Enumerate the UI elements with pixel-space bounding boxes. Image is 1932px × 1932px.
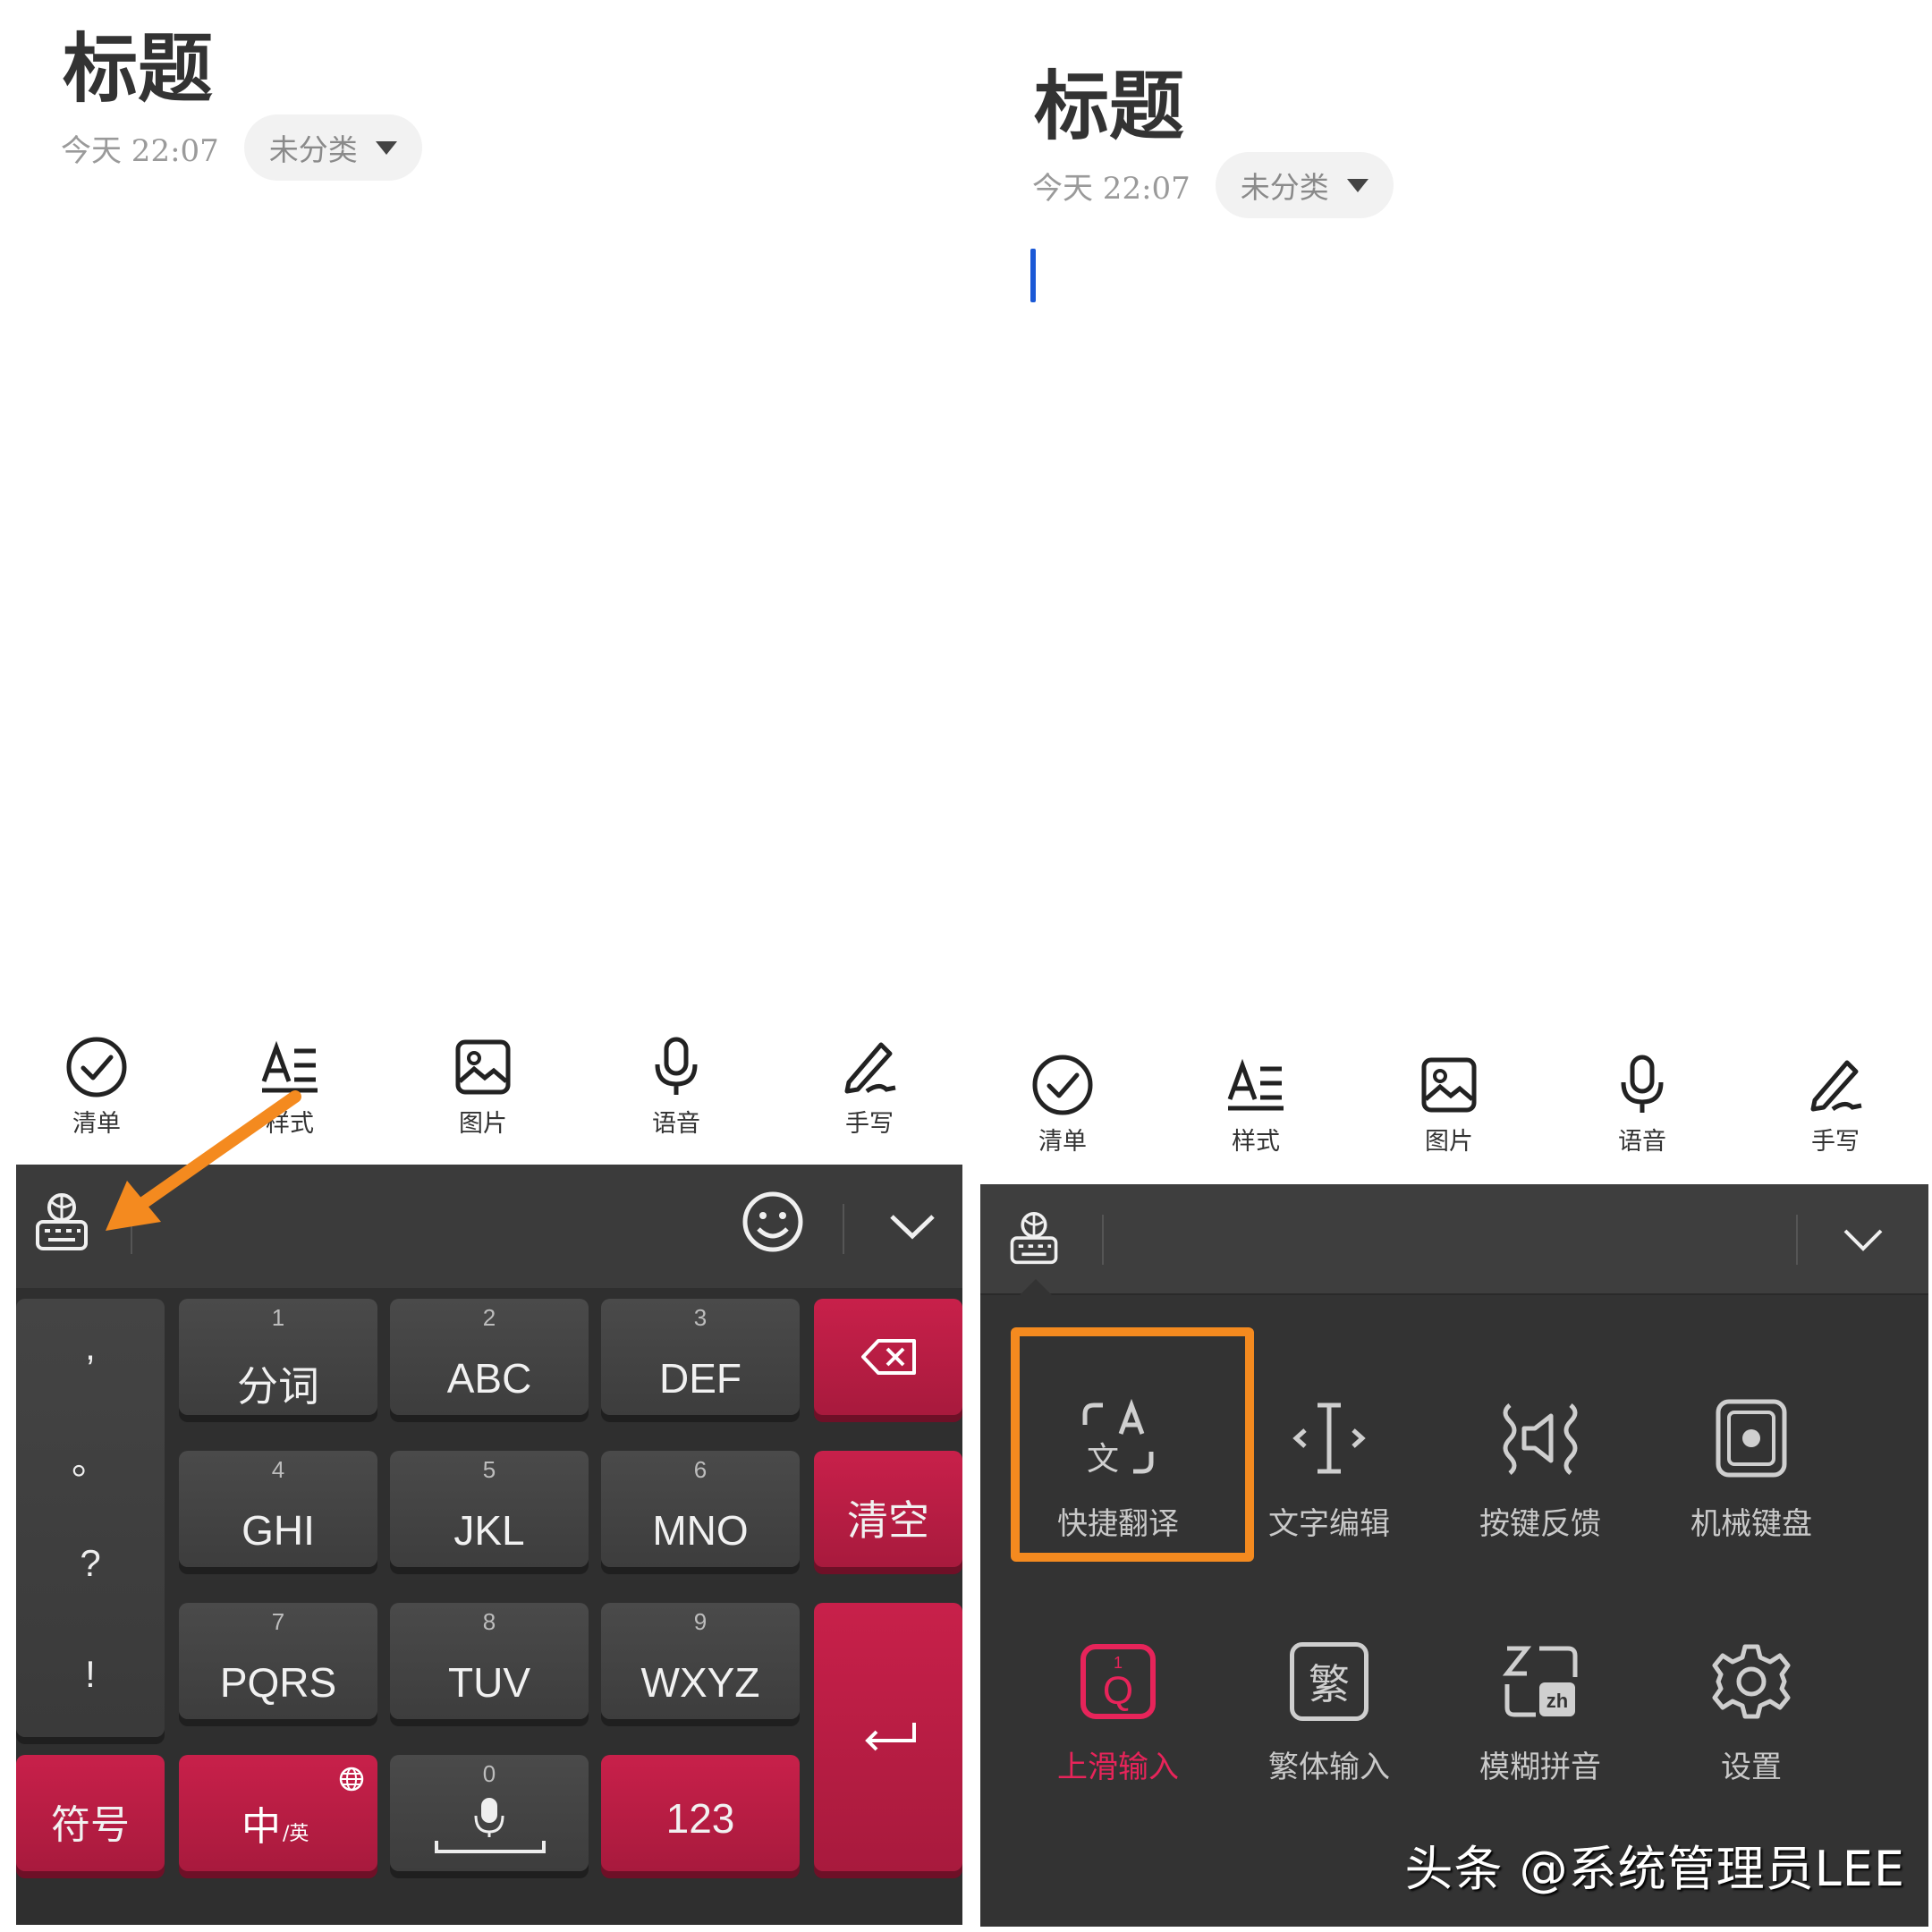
menu-key-feedback[interactable]: 按键反馈	[1435, 1342, 1646, 1556]
menu-label: 文字编辑	[1268, 1506, 1390, 1542]
toolbar-label: 语音	[1618, 1128, 1666, 1156]
note-toolbar: 清单 样式 图片 语音 手写	[966, 1052, 1932, 1168]
swipe-up-icon: Q1	[1073, 1637, 1163, 1726]
checklist-icon	[1031, 1052, 1094, 1118]
menu-label: 模糊拼音	[1479, 1750, 1601, 1785]
category-label: 未分类	[1240, 170, 1329, 205]
toolbar-handwriting[interactable]: 手写	[1773, 1052, 1898, 1168]
toolbar-style[interactable]: 样式	[1193, 1052, 1318, 1168]
fuzzy-pinyin-icon: zh	[1496, 1637, 1585, 1726]
menu-label: 设置	[1721, 1750, 1782, 1785]
menu-fuzzy-pinyin[interactable]: zh 模糊拼音	[1435, 1585, 1646, 1800]
keyboard-menu-icon[interactable]	[1007, 1209, 1061, 1272]
annotation-arrow	[106, 1090, 301, 1231]
toolbar-image[interactable]: 图片	[1386, 1052, 1512, 1168]
note-title[interactable]: 标题	[1034, 47, 1184, 155]
menu-settings[interactable]: 设置	[1646, 1585, 1857, 1800]
microphone-icon	[1617, 1052, 1667, 1118]
menu-label: 机械键盘	[1690, 1506, 1812, 1542]
menu-label: 上滑输入	[1057, 1750, 1179, 1785]
speaker-icon	[1496, 1394, 1585, 1483]
category-dropdown[interactable]: 未分类	[1215, 152, 1394, 218]
svg-text:Q: Q	[1103, 1669, 1133, 1713]
toolbar-voice[interactable]: 语音	[1580, 1052, 1705, 1168]
dropdown-arrow-icon	[1346, 178, 1368, 192]
menu-label: 按键反馈	[1479, 1506, 1601, 1542]
menu-traditional-input[interactable]: 繁 繁体输入	[1224, 1585, 1435, 1800]
toolbar-label: 清单	[1038, 1128, 1087, 1156]
left-screenshot: 标题 今天 22:07 未分类 清单 样式 图片 语音 手写 , 。 ? ! 1…	[0, 0, 966, 1932]
traditional-icon: 繁	[1284, 1637, 1374, 1726]
divider	[1796, 1215, 1798, 1265]
gear-icon	[1707, 1637, 1796, 1726]
text-cursor-icon	[1284, 1394, 1374, 1483]
text-style-icon	[1226, 1052, 1285, 1118]
svg-text:zh: zh	[1546, 1690, 1568, 1712]
note-meta: 今天 22:07 未分类	[1032, 152, 1394, 218]
traditional-glyph: 繁	[1309, 1660, 1350, 1708]
image-icon	[1420, 1052, 1478, 1118]
menu-text-edit[interactable]: 文字编辑	[1224, 1342, 1435, 1556]
menu-label: 繁体输入	[1268, 1750, 1390, 1785]
mechanical-key-icon	[1707, 1394, 1796, 1483]
divider	[1102, 1215, 1104, 1265]
text-cursor	[1030, 249, 1036, 302]
menu-mechanical-keyboard[interactable]: 机械键盘	[1646, 1342, 1857, 1556]
note-timestamp: 今天 22:07	[1032, 170, 1191, 207]
watermark: 头条 @系统管理员LEE	[1404, 1841, 1905, 1897]
toolbar-label: 样式	[1232, 1128, 1280, 1156]
pen-icon	[1806, 1052, 1865, 1118]
toolbar-checklist[interactable]: 清单	[1000, 1052, 1125, 1168]
toolbar-label: 手写	[1811, 1128, 1860, 1156]
keyboard-topbar	[980, 1184, 1928, 1295]
collapse-chevron-icon[interactable]	[1843, 1227, 1884, 1256]
menu-swipe-input[interactable]: Q1 上滑输入	[1013, 1585, 1224, 1800]
toolbar-label: 图片	[1425, 1128, 1473, 1156]
svg-text:1: 1	[1114, 1654, 1123, 1672]
annotation-highlight-box	[1011, 1327, 1254, 1562]
right-screenshot: 标题 今天 22:07 未分类 清单 样式 图片 语音 手写 文 快捷翻译 文字…	[966, 0, 1932, 1932]
menu-pointer	[1020, 1279, 1052, 1295]
